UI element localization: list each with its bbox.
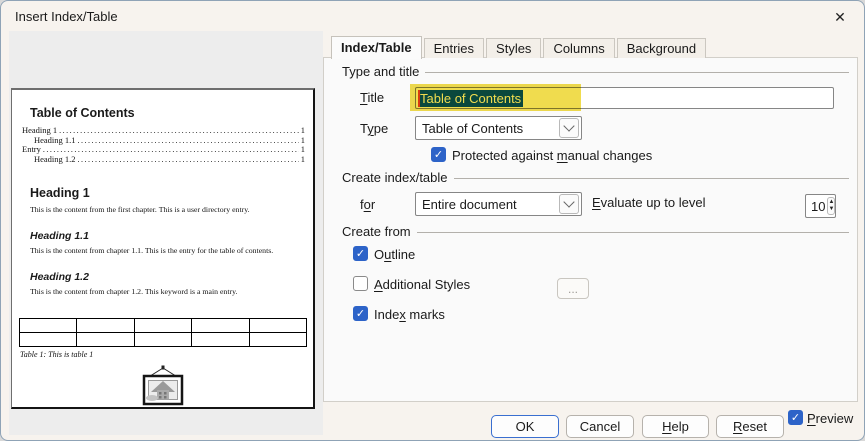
preview-pane: Table of Contents Heading 1 1 Heading 1.… — [9, 31, 323, 435]
tab-page-index-table: Type and title Title Table of Contents T… — [323, 57, 858, 402]
protected-checkbox-label[interactable]: Protected against manual changes — [452, 148, 652, 163]
preview-toc-title: Table of Contents — [30, 106, 303, 120]
check-icon: ✓ — [356, 247, 365, 260]
toc-dot-leader — [78, 136, 299, 146]
toc-dot-leader — [59, 126, 299, 136]
group-caption-label: Create index/table — [342, 170, 448, 185]
preview-table-caption: Table 1: This is table 1 — [20, 350, 307, 359]
group-caption-label: Create from — [342, 224, 411, 239]
group-type-and-title: Type and title — [342, 64, 849, 79]
ok-button[interactable]: OK — [491, 415, 559, 438]
check-icon: ✓ — [356, 307, 365, 320]
title-selected-text: Table of Contents — [418, 90, 523, 107]
tab-strip: Index/Table Entries Styles Columns Backg… — [331, 36, 708, 58]
preview-page: Table of Contents Heading 1 1 Heading 1.… — [11, 88, 315, 409]
dialog-title: Insert Index/Table — [15, 9, 118, 24]
preview-image: Image 1: This is Image 1 — [12, 365, 313, 409]
index-marks-checkbox-label[interactable]: Index marks — [374, 307, 445, 322]
evaluate-level-spinner[interactable]: 10 ▲▼ — [805, 194, 836, 218]
for-dropdown[interactable]: Entire document — [415, 192, 582, 216]
group-create-from: Create from — [342, 224, 849, 239]
tab-entries[interactable]: Entries — [424, 38, 484, 58]
preview-paragraph: This is the content from chapter 1.1. Th… — [30, 246, 307, 255]
check-icon: ✓ — [434, 148, 443, 161]
help-button[interactable]: Help — [642, 415, 709, 438]
title-label: Title — [360, 90, 384, 105]
outline-checkbox-label[interactable]: Outline — [374, 247, 415, 262]
preview-paragraph: This is the content from the first chapt… — [30, 205, 307, 214]
for-dropdown-value: Entire document — [416, 197, 557, 212]
titlebar: Insert Index/Table ✕ — [1, 1, 864, 31]
preview-toc-list: Heading 1 1 Heading 1.1 1 Entry 1 Headin… — [22, 126, 305, 164]
title-input[interactable]: Table of Contents — [415, 87, 834, 109]
close-icon[interactable]: ✕ — [831, 8, 849, 26]
evaluate-level-label: Evaluate up to level — [592, 195, 705, 210]
preview-checkbox-label[interactable]: Preview — [807, 411, 853, 426]
check-icon: ✓ — [791, 411, 800, 424]
index-marks-checkbox[interactable]: ✓ — [353, 306, 368, 321]
preview-image-caption: Image 1: This is Image 1 — [12, 408, 313, 409]
reset-button[interactable]: Reset — [716, 415, 784, 438]
type-dropdown[interactable]: Table of Contents — [415, 116, 582, 140]
picture-frame-icon — [136, 365, 190, 407]
assign-styles-button[interactable]: ... — [557, 278, 589, 299]
toc-dot-leader — [78, 155, 299, 165]
tab-columns[interactable]: Columns — [543, 38, 614, 58]
outline-checkbox[interactable]: ✓ — [353, 246, 368, 261]
group-caption-line — [417, 232, 849, 233]
additional-styles-checkbox[interactable] — [353, 276, 368, 291]
toc-dot-leader — [43, 145, 299, 155]
chevron-down-icon[interactable] — [559, 194, 579, 214]
spinner-value: 10 — [806, 195, 825, 217]
type-dropdown-value: Table of Contents — [416, 121, 557, 136]
preview-heading-1: Heading 1 — [30, 186, 303, 200]
table-row — [20, 333, 307, 347]
spin-down-icon[interactable]: ▼ — [828, 206, 834, 213]
for-label: for — [360, 197, 375, 212]
type-label: Type — [360, 121, 388, 136]
insert-index-table-dialog: Insert Index/Table ✕ Table of Contents H… — [0, 0, 865, 441]
tab-styles[interactable]: Styles — [486, 38, 541, 58]
table-row — [20, 319, 307, 333]
toc-entry-page: 1 — [301, 155, 305, 165]
preview-heading-1-2: Heading 1.2 — [30, 271, 303, 283]
group-caption-line — [454, 178, 849, 179]
spin-up-icon[interactable]: ▲ — [828, 199, 834, 206]
group-create-index-table: Create index/table — [342, 170, 849, 185]
toc-entry: Heading 1.1 1 — [22, 136, 305, 146]
protected-checkbox[interactable]: ✓ — [431, 147, 446, 162]
text-caret — [418, 90, 420, 107]
preview-paragraph: This is the content from chapter 1.2. Th… — [30, 287, 307, 296]
additional-styles-checkbox-label[interactable]: Additional Styles — [374, 277, 470, 292]
spinner-buttons[interactable]: ▲▼ — [827, 197, 835, 215]
toc-entry-text: Heading 1.2 — [34, 155, 76, 165]
preview-table — [19, 318, 307, 347]
chevron-down-icon[interactable] — [559, 118, 579, 138]
cancel-button[interactable]: Cancel — [566, 415, 634, 438]
tab-index-table[interactable]: Index/Table — [331, 36, 422, 59]
group-caption-line — [425, 72, 849, 73]
group-caption-label: Type and title — [342, 64, 419, 79]
preview-heading-1-1: Heading 1.1 — [30, 230, 303, 242]
toc-entry: Heading 1.2 1 — [22, 155, 305, 165]
tab-background[interactable]: Background — [617, 38, 706, 58]
preview-checkbox[interactable]: ✓ — [788, 410, 803, 425]
